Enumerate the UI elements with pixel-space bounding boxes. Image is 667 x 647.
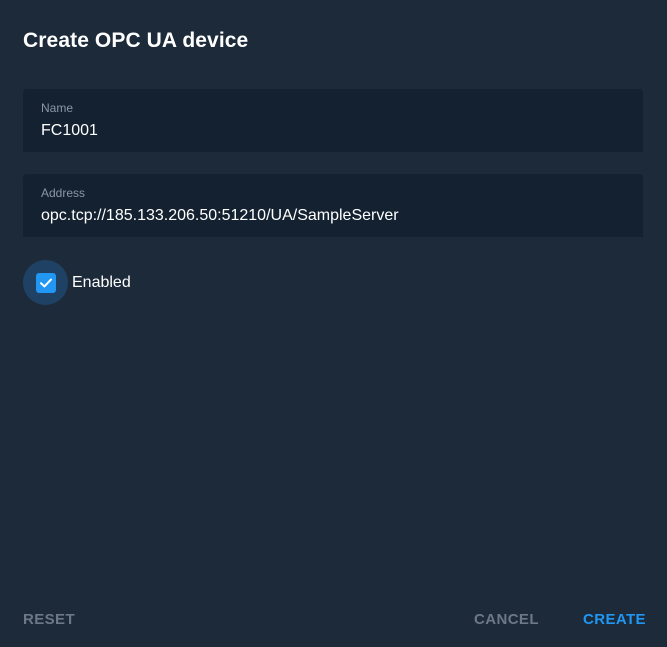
enabled-label[interactable]: Enabled: [72, 274, 131, 292]
name-input[interactable]: FC1001: [41, 122, 98, 140]
cancel-button[interactable]: CANCEL: [474, 611, 539, 628]
address-field[interactable]: Address opc.tcp://185.133.206.50:51210/U…: [23, 174, 643, 237]
create-device-dialog: Create OPC UA device Name FC1001 Address…: [0, 0, 667, 647]
reset-button[interactable]: RESET: [23, 611, 75, 628]
enabled-checkbox[interactable]: [23, 260, 68, 305]
create-button[interactable]: CREATE: [583, 611, 646, 628]
dialog-title: Create OPC UA device: [23, 29, 249, 52]
check-icon: [39, 278, 52, 287]
enabled-checkbox-row[interactable]: Enabled: [23, 260, 131, 305]
name-field-label: Name: [41, 101, 74, 115]
checkbox-box[interactable]: [35, 272, 56, 293]
name-field[interactable]: Name FC1001: [23, 89, 643, 152]
address-field-label: Address: [41, 186, 86, 200]
address-input[interactable]: opc.tcp://185.133.206.50:51210/UA/Sample…: [41, 207, 399, 225]
